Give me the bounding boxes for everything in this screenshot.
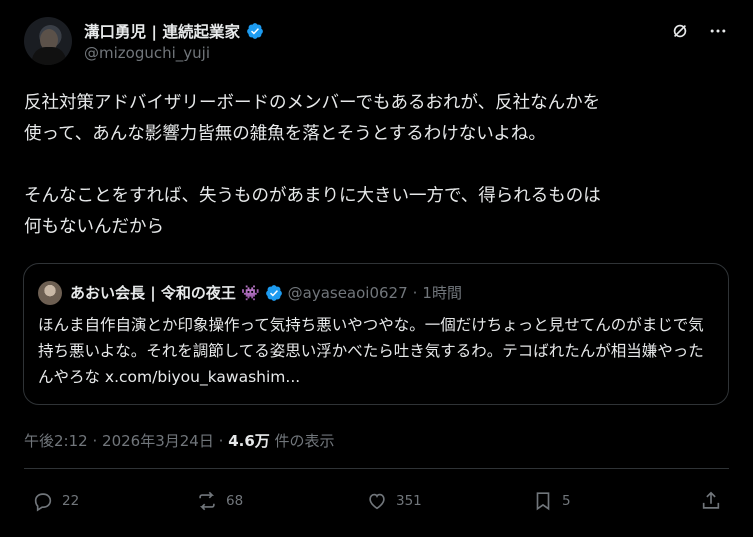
quoted-tweet[interactable]: あおい会長 | 令和の夜王 👾 @ayaseaoi0627 · 1時間 ほんま自…: [23, 263, 729, 405]
more-icon[interactable]: [707, 20, 729, 42]
divider: [24, 468, 729, 469]
reply-count: 22: [62, 493, 80, 509]
tweet-text: 反社対策アドバイザリーボードのメンバーでもあるおれが、反社なんかを 使って、あん…: [24, 93, 601, 237]
post-time[interactable]: 午後2:12: [24, 432, 88, 450]
author-avatar[interactable]: [24, 17, 72, 65]
post-date[interactable]: 2026年3月24日: [102, 432, 214, 450]
quoted-separator: ·: [412, 283, 418, 302]
verified-badge-icon: [247, 23, 263, 39]
view-count[interactable]: 4.6万: [228, 432, 270, 450]
quoted-text: ほんま自作自演とか印象操作って気持ち悪いやつやな。一個だけちょっと見せてんのがま…: [38, 316, 704, 386]
bookmark-count: 5: [562, 493, 571, 509]
like-count: 351: [396, 493, 422, 509]
top-icons: [669, 20, 729, 42]
share-icon: [702, 491, 720, 509]
quoted-avatar[interactable]: [38, 281, 62, 305]
reply-button[interactable]: 22: [32, 490, 79, 512]
action-bar: 22 68 351 5: [24, 490, 729, 520]
share-button[interactable]: [700, 490, 722, 512]
view-label: 件の表示: [274, 432, 335, 450]
repost-button[interactable]: 68: [196, 490, 243, 512]
quoted-handle: @ayaseaoi0627: [287, 283, 408, 302]
meta-separator: ·: [218, 432, 224, 450]
author-handle[interactable]: @mizoguchi_yuji: [84, 44, 210, 62]
quoted-header: あおい会長 | 令和の夜王 👾 @ayaseaoi0627 · 1時間: [70, 282, 462, 303]
bookmark-icon: [536, 492, 550, 511]
quoted-name[interactable]: あおい会長 | 令和の夜王: [70, 282, 236, 303]
repost-count: 68: [226, 493, 244, 509]
author-name-row: 溝口勇児 | 連続起業家: [84, 20, 264, 42]
reply-icon: [34, 493, 52, 512]
verified-badge-icon: [265, 284, 282, 301]
bookmark-button[interactable]: 5: [532, 490, 571, 512]
author-name[interactable]: 溝口勇児 | 連続起業家: [84, 20, 240, 42]
like-icon: [369, 493, 385, 510]
repost-icon: [199, 491, 215, 511]
tweet-meta: 午後2:12 · 2026年3月24日 · 4.6万 件の表示: [24, 430, 335, 451]
quoted-time[interactable]: 1時間: [422, 282, 462, 303]
quoted-emoji: 👾: [240, 283, 260, 302]
like-button[interactable]: 351: [366, 490, 422, 512]
avatar-body: [32, 47, 66, 65]
meta-separator: ·: [92, 432, 98, 450]
grok-icon[interactable]: [669, 20, 691, 42]
